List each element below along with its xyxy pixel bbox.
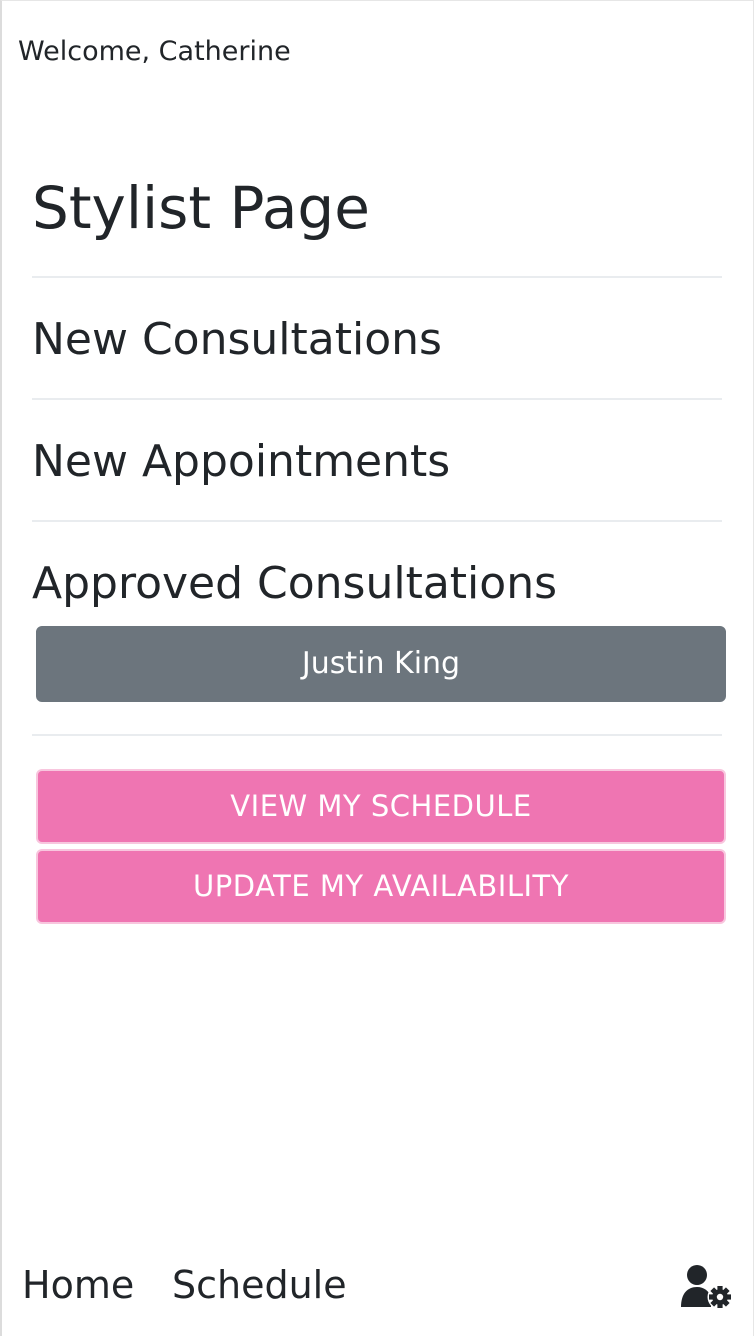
welcome-message: Welcome, Catherine <box>18 36 291 67</box>
nav-schedule-link[interactable]: Schedule <box>172 1260 347 1310</box>
nav-home-link[interactable]: Home <box>22 1260 134 1310</box>
bottom-nav: Home Schedule <box>0 1252 754 1322</box>
divider <box>32 520 722 522</box>
section-heading-new-appointments: New Appointments <box>32 436 451 487</box>
section-heading-new-consultations: New Consultations <box>32 314 442 365</box>
divider <box>32 276 722 278</box>
divider <box>32 398 722 400</box>
update-availability-button[interactable]: UPDATE MY AVAILABILITY <box>36 849 726 924</box>
divider <box>32 734 722 736</box>
view-schedule-button[interactable]: VIEW MY SCHEDULE <box>36 769 726 844</box>
section-heading-approved-consultations: Approved Consultations <box>32 558 558 609</box>
page-title: Stylist Page <box>32 174 370 242</box>
user-gear-icon[interactable] <box>680 1264 736 1310</box>
approved-consultation-client-button[interactable]: Justin King <box>36 626 726 702</box>
